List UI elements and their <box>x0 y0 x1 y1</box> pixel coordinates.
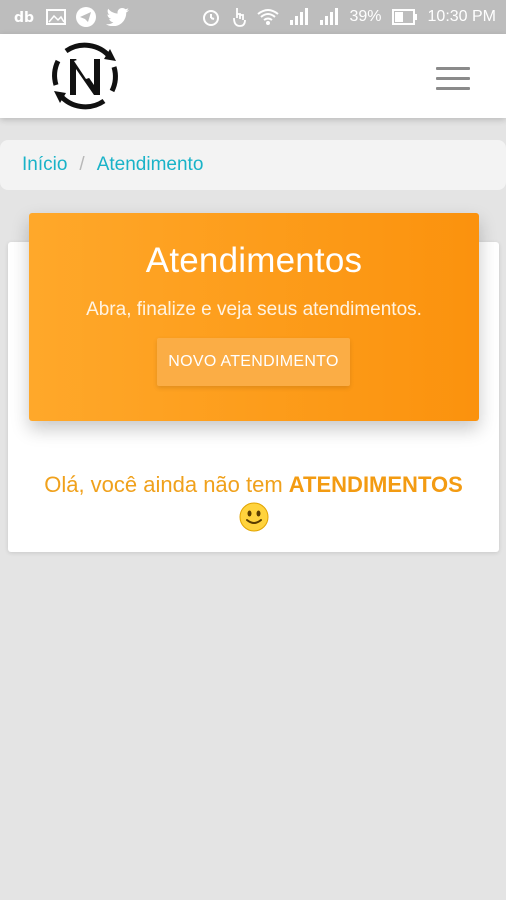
status-bar-right: 39% 10:30 PM <box>201 6 496 28</box>
brand-logo-icon[interactable] <box>46 37 124 115</box>
signal-r-icon <box>319 8 339 26</box>
svg-text:db: db <box>14 10 34 25</box>
battery-icon <box>391 9 418 25</box>
breadcrumb-item-atendimento[interactable]: Atendimento <box>97 154 204 176</box>
empty-state-emphasis: ATENDIMENTOS <box>288 472 463 497</box>
signal-icon <box>289 8 309 26</box>
smiley-icon <box>239 502 269 532</box>
gallery-icon <box>46 9 66 25</box>
status-bar-left: db <box>14 7 130 27</box>
app-header <box>0 34 506 118</box>
twitter-icon <box>106 8 130 26</box>
status-time: 10:30 PM <box>427 8 496 25</box>
empty-state-text: Olá, você ainda não tem <box>44 472 289 497</box>
page-title: Atendimentos <box>145 241 363 280</box>
dropbox-icon: db <box>14 9 36 25</box>
battery-percent: 39% <box>349 8 382 25</box>
breadcrumb: Início / Atendimento <box>0 140 506 190</box>
status-bar: db 39% 10:30 PM <box>0 0 506 34</box>
page-subtitle: Abra, finalize e veja seus atendimentos. <box>86 299 422 320</box>
telegram-icon <box>76 7 96 27</box>
breadcrumb-separator: / <box>79 154 85 175</box>
hero-banner: Atendimentos Abra, finalize e veja seus … <box>29 213 479 421</box>
touch-icon <box>231 6 247 28</box>
alarm-icon <box>201 7 221 27</box>
breadcrumb-item-inicio[interactable]: Início <box>22 154 67 176</box>
hamburger-menu-icon[interactable] <box>430 58 476 98</box>
new-ticket-button[interactable]: NOVO ATENDIMENTO <box>157 338 350 386</box>
wifi-icon <box>257 8 280 26</box>
empty-state-message: Olá, você ainda não tem ATENDIMENTOS <box>8 470 499 532</box>
